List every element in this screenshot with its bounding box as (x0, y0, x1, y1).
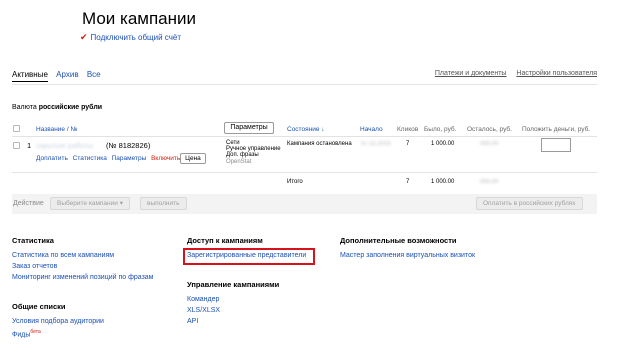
feeds-item: Фидыбета (12, 329, 41, 338)
campaign-status: Кампания остановлена (287, 141, 352, 147)
campaign-name[interactable]: скрытые работы (36, 141, 93, 150)
campaign-spent: 1 000.00 (431, 141, 455, 147)
enable-link[interactable]: Включить (151, 155, 180, 162)
divider (12, 136, 597, 137)
campaign-clicks: 7 (406, 141, 410, 147)
beta-badge: бета (30, 329, 41, 335)
deposit-input[interactable] (541, 138, 571, 152)
execute-button[interactable]: выполнить (140, 197, 187, 210)
tab-archive[interactable]: Архив (56, 70, 78, 79)
vcard-wizard-link[interactable]: Мастер заполнения виртуальных визиток (340, 252, 475, 259)
column-state[interactable]: Состояние ↓ (287, 126, 325, 133)
campaign-index: 1 (27, 141, 32, 150)
column-left: Осталось, руб. (467, 126, 512, 133)
column-name[interactable]: Название / № (36, 126, 77, 133)
campaign-params-link[interactable]: Параметры (112, 155, 147, 162)
actions-label: Действие (13, 200, 44, 207)
campaign-checkbox[interactable] (13, 142, 20, 149)
chevron-down-icon: ▾ (119, 200, 123, 207)
feeds-link[interactable]: Фиды (12, 331, 30, 338)
select-campaigns-dropdown[interactable]: Выберите кампании ▾ (50, 197, 130, 210)
xls-link[interactable]: XLS/XLSX (187, 307, 220, 314)
select-all-checkbox[interactable] (13, 125, 20, 132)
connect-account-link[interactable]: ✔ Подключить общий счёт (80, 32, 181, 43)
column-start[interactable]: Начало (360, 126, 383, 133)
connect-account-label: Подключить общий счёт (90, 33, 181, 42)
campaign-actions: Доплатить Статистика Параметры Включить (36, 155, 180, 162)
tab-active[interactable]: Активные (12, 70, 48, 82)
extra-heading: Дополнительные возможности (340, 236, 457, 245)
column-clicks: Кликов (397, 126, 419, 133)
currency-value: российские рубли (38, 104, 103, 111)
divider (12, 84, 597, 85)
top-links: Платежи и документы Настройки пользовате… (427, 70, 597, 77)
price-button[interactable]: Цена (180, 153, 206, 164)
all-campaigns-stats-link[interactable]: Статистика по всем кампаниям (12, 252, 114, 259)
campaign-tabs: Активные Архив Все (12, 70, 107, 82)
order-reports-link[interactable]: Заказ отчетов (12, 263, 57, 270)
commander-link[interactable]: Командер (187, 296, 219, 303)
column-spent: Было, руб. (424, 126, 457, 133)
select-campaigns-label: Выберите кампании (57, 200, 118, 207)
currency-label: Валюта (12, 104, 37, 111)
currency-line: Валюта российские рубли (12, 104, 102, 111)
total-label: Итого (287, 179, 303, 185)
registered-reps-link[interactable]: Зарегистрированные представители (187, 252, 306, 259)
pay-link[interactable]: Доплатить (36, 155, 68, 162)
campaign-number: (№ 8182826) (106, 141, 151, 150)
strategy-line-3: Доп. фразы (226, 152, 259, 158)
stats-link[interactable]: Статистика (73, 155, 107, 162)
position-monitoring-link[interactable]: Мониторинг изменений позиций по фразам (12, 274, 154, 281)
pay-rub-button[interactable]: Оплатить в российских рублях (476, 197, 583, 210)
divider (12, 172, 597, 173)
total-clicks: 7 (406, 179, 410, 185)
statistics-heading: Статистика (12, 236, 54, 245)
tab-all[interactable]: Все (87, 70, 101, 79)
payments-link[interactable]: Платежи и документы (435, 70, 507, 77)
common-lists-heading: Общие списки (12, 302, 66, 311)
page-title: Мои кампании (82, 9, 197, 28)
campaign-left: 000.00 (480, 141, 499, 147)
total-spent: 1 000.00 (431, 179, 455, 185)
strategy-line-4: OpenStat (226, 159, 252, 165)
column-deposit: Положить деньги, руб. (522, 126, 591, 133)
checkmark-icon: ✔ (80, 32, 88, 42)
audience-conditions-link[interactable]: Условия подбора аудитории (12, 318, 104, 325)
params-button[interactable]: Параметры (224, 122, 274, 134)
api-link[interactable]: API (187, 318, 198, 325)
management-heading: Управление кампаниями (187, 280, 280, 289)
user-settings-link[interactable]: Настройки пользователя (516, 70, 597, 77)
total-left: 000.00 (480, 179, 499, 185)
access-heading: Доступ к кампаниям (187, 236, 263, 245)
campaign-start-date: 07.12.2015 (361, 141, 392, 147)
